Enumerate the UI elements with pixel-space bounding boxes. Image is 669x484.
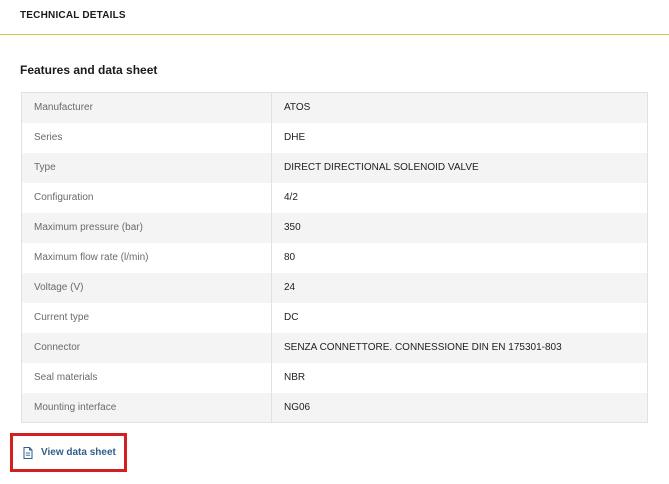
- spec-value: SENZA CONNETTORE. CONNESSIONE DIN EN 175…: [271, 332, 648, 363]
- spec-value: DIRECT DIRECTIONAL SOLENOID VALVE: [271, 152, 648, 183]
- spec-label: Series: [21, 122, 272, 153]
- section-header: TECHNICAL DETAILS: [0, 0, 669, 35]
- spec-value: 24: [271, 272, 648, 303]
- table-row: Maximum pressure (bar) 350: [21, 212, 648, 243]
- table-row: Connector SENZA CONNETTORE. CONNESSIONE D…: [21, 332, 648, 363]
- document-icon: [23, 446, 33, 459]
- spec-label: Manufacturer: [21, 92, 272, 123]
- table-row: Series DHE: [21, 122, 648, 153]
- table-row: Maximum flow rate (l/min) 80: [21, 242, 648, 273]
- spec-value: 80: [271, 242, 648, 273]
- spec-label: Seal materials: [21, 362, 272, 393]
- spec-label: Maximum pressure (bar): [21, 212, 272, 243]
- spec-label: Voltage (V): [21, 272, 272, 303]
- table-row: Voltage (V) 24: [21, 272, 648, 303]
- features-heading: Features and data sheet: [20, 63, 158, 77]
- spec-table: Manufacturer ATOS Series DHE Type DIRECT DIRE…: [21, 92, 648, 423]
- spec-label: Type: [21, 152, 272, 183]
- spec-label: Maximum flow rate (l/min): [21, 242, 272, 273]
- section-title: TECHNICAL DETAILS: [20, 10, 126, 21]
- spec-label: Current type: [21, 302, 272, 333]
- spec-value: 350: [271, 212, 648, 243]
- table-row: Current type DC: [21, 302, 648, 333]
- spec-label: Mounting interface: [21, 392, 272, 423]
- table-row: Type DIRECT DIRECTIONAL SOLENOID VALVE: [21, 152, 648, 183]
- spec-value: 4/2: [271, 182, 648, 213]
- spec-value: DC: [271, 302, 648, 333]
- table-row: Configuration 4/2: [21, 182, 648, 213]
- spec-value: NBR: [271, 362, 648, 393]
- view-data-sheet-link[interactable]: View data sheet: [10, 433, 127, 472]
- table-row: Manufacturer ATOS: [21, 92, 648, 123]
- spec-value: DHE: [271, 122, 648, 153]
- table-row: Seal materials NBR: [21, 362, 648, 393]
- spec-value: NG06: [271, 392, 648, 423]
- view-data-sheet-label: View data sheet: [41, 447, 116, 458]
- table-row: Mounting interface NG06: [21, 392, 648, 423]
- technical-details-page: TECHNICAL DETAILS Features and data shee…: [0, 0, 669, 484]
- spec-label: Connector: [21, 332, 272, 363]
- spec-value: ATOS: [271, 92, 648, 123]
- spec-label: Configuration: [21, 182, 272, 213]
